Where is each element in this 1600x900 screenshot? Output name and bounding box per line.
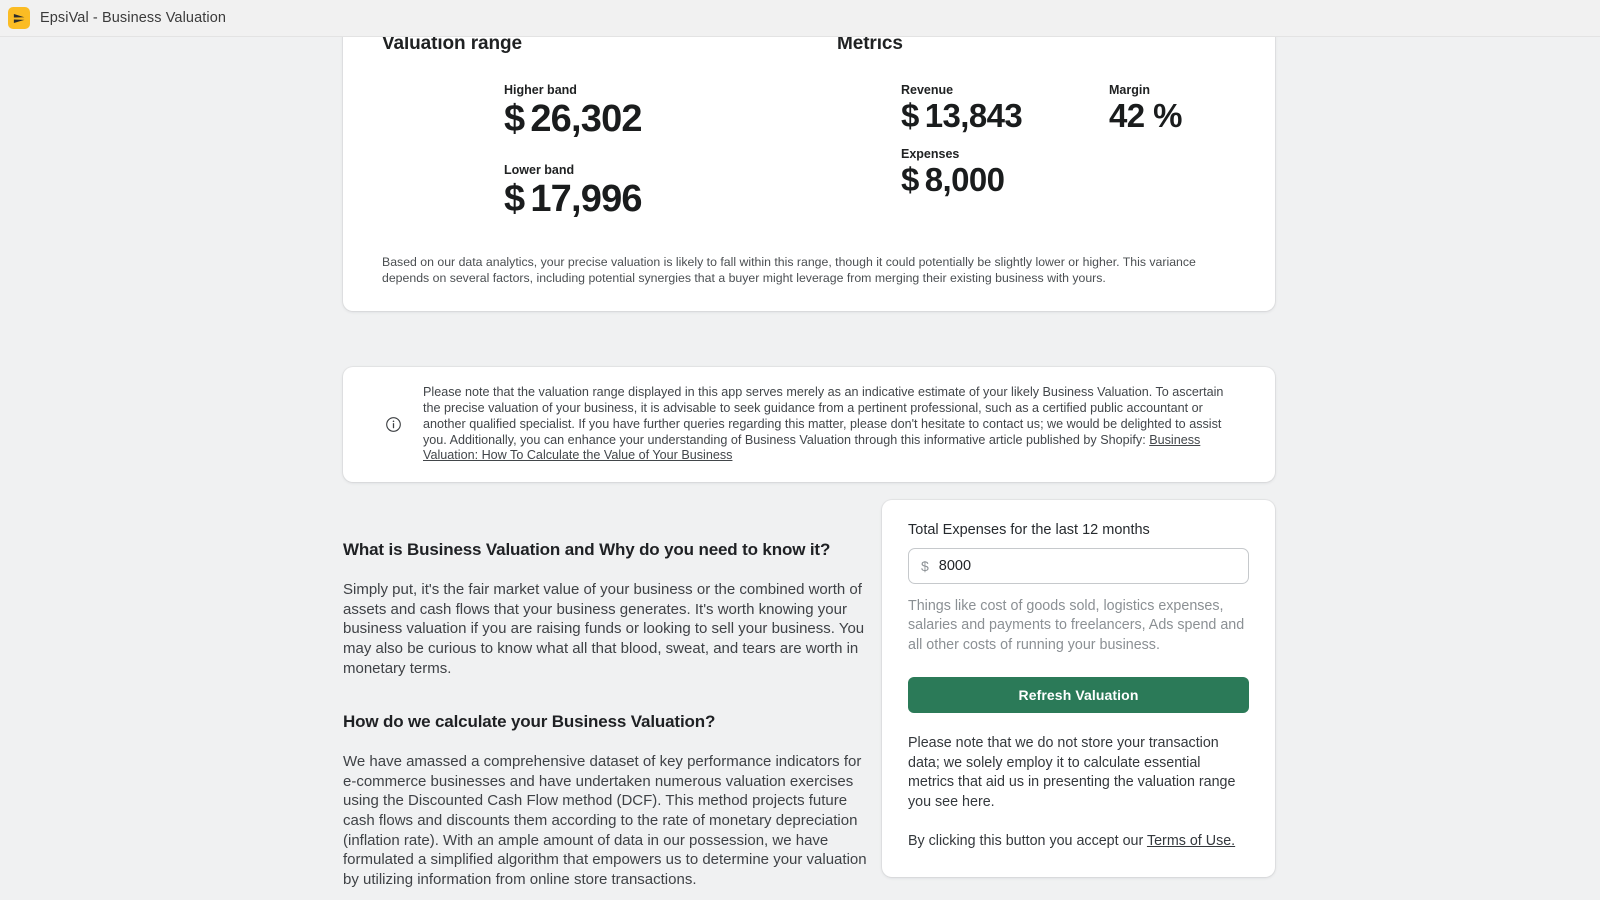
privacy-note: Please note that we do not store your tr…: [908, 734, 1249, 812]
valuation-range-note: Based on our data analytics, your precis…: [363, 254, 1255, 287]
revenue-currency: $: [901, 97, 919, 134]
expenses-value: $8,000: [901, 162, 1109, 199]
expenses-label: Expenses: [901, 147, 1109, 161]
valuation-range-panel: Valuation range Higher band $26,302 Lowe…: [363, 37, 837, 220]
disclaimer-body: Please note that the valuation range dis…: [423, 385, 1223, 447]
window-titlebar: EpsiVal - Business Valuation: [0, 0, 1600, 37]
higher-band-block: Higher band $26,302: [382, 83, 837, 141]
article-heading-one: What is Business Valuation and Why do yo…: [343, 540, 882, 560]
metrics-heading: Metrics: [837, 37, 1255, 55]
disclaimer-text: Please note that the valuation range dis…: [423, 385, 1255, 464]
revenue-amount: 13,843: [925, 97, 1022, 134]
app-canvas: Valuation range Higher band $26,302 Lowe…: [0, 37, 1600, 900]
margin-value: 42 %: [1109, 98, 1182, 135]
terms-note: By clicking this button you accept our T…: [908, 832, 1249, 852]
valuation-summary-card: Valuation range Higher band $26,302 Lowe…: [343, 37, 1275, 311]
currency-prefix-icon: $: [921, 558, 929, 574]
total-expenses-input-row[interactable]: $: [908, 548, 1249, 584]
total-expenses-input[interactable]: [939, 558, 1236, 574]
total-expenses-label: Total Expenses for the last 12 months: [908, 522, 1249, 538]
lower-band-block: Lower band $17,996: [382, 163, 837, 221]
expenses-amount: 8,000: [925, 161, 1005, 198]
epsival-logo-icon: [8, 7, 30, 29]
article-column: What is Business Valuation and Why do yo…: [343, 500, 882, 890]
expenses-currency: $: [901, 161, 919, 198]
revenue-metric: Revenue $13,843: [901, 83, 1109, 135]
expenses-form-card: Total Expenses for the last 12 months $ …: [882, 500, 1275, 877]
metrics-column-secondary: Margin 42 %: [1109, 83, 1182, 199]
disclaimer-card: Please note that the valuation range dis…: [343, 367, 1275, 482]
lower-band-label: Lower band: [504, 163, 837, 177]
lower-section: What is Business Valuation and Why do yo…: [343, 500, 1275, 890]
refresh-valuation-button[interactable]: Refresh Valuation: [908, 677, 1249, 713]
higher-band-label: Higher band: [504, 83, 837, 97]
info-circle-icon: [363, 416, 423, 433]
form-column: Total Expenses for the last 12 months $ …: [882, 500, 1275, 890]
article-body-two: We have amassed a comprehensive dataset …: [343, 752, 868, 889]
lower-band-currency: $: [504, 178, 524, 220]
lower-band-amount: 17,996: [530, 178, 641, 220]
higher-band-amount: 26,302: [530, 98, 641, 140]
total-expenses-help-text: Things like cost of goods sold, logistic…: [908, 597, 1249, 655]
terms-of-use-link[interactable]: Terms of Use.: [1147, 833, 1235, 849]
article-body-one: Simply put, it's the fair market value o…: [343, 580, 868, 678]
metrics-panel: Metrics Revenue $13,843 Expenses $8,000: [837, 37, 1255, 199]
lower-band-value: $17,996: [504, 178, 837, 221]
expenses-metric: Expenses $8,000: [901, 147, 1109, 199]
margin-metric: Margin 42 %: [1109, 83, 1182, 135]
revenue-value: $13,843: [901, 98, 1109, 135]
metrics-column-primary: Revenue $13,843 Expenses $8,000: [901, 83, 1109, 199]
valuation-range-heading: Valuation range: [382, 37, 837, 55]
window-title: EpsiVal - Business Valuation: [40, 10, 226, 26]
higher-band-value: $26,302: [504, 98, 837, 141]
margin-label: Margin: [1109, 83, 1182, 97]
article-heading-two: How do we calculate your Business Valuat…: [343, 712, 882, 732]
higher-band-currency: $: [504, 98, 524, 140]
terms-note-prefix: By clicking this button you accept our: [908, 833, 1147, 849]
revenue-label: Revenue: [901, 83, 1109, 97]
